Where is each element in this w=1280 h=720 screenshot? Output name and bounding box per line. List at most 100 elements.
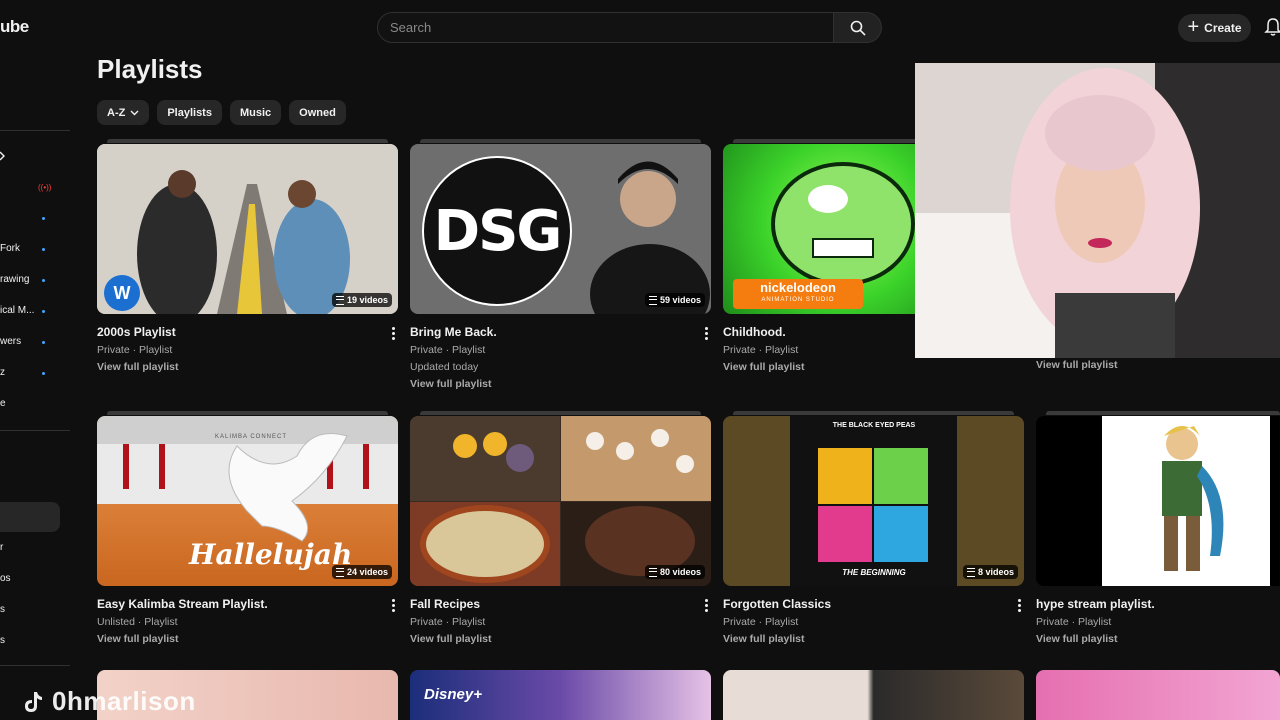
playlist-icon [335, 295, 344, 305]
create-label: Create [1204, 21, 1242, 35]
search-box[interactable] [377, 12, 834, 43]
nick-wordmark: nickelodeon [760, 280, 836, 295]
sidebar-item[interactable]: r [0, 542, 3, 553]
stack-edge [733, 411, 1014, 415]
playlist-card[interactable]: 80 videos Fall Recipes Private · Playlis… [410, 411, 711, 645]
stack-edge [420, 139, 701, 143]
sidebar-item-active[interactable] [0, 502, 60, 532]
sidebar: ((•)) Fork rawing ical M... wers z e r o… [0, 56, 72, 720]
playlist-thumbnail[interactable] [1036, 670, 1280, 720]
playlist-icon [648, 567, 657, 577]
album-tile [874, 448, 928, 504]
playlist-card[interactable]: KALIMBA CONNECT Hallelujah 24 videos Eas… [97, 411, 398, 645]
view-full-playlist-link[interactable]: View full playlist [97, 361, 398, 373]
sidebar-item[interactable]: s [0, 635, 5, 646]
playlist-title[interactable]: hype stream playlist. [1036, 597, 1280, 611]
live-icon: ((•)) [38, 183, 52, 192]
video-count-badge: 59 videos [644, 293, 705, 307]
view-full-playlist-link[interactable]: View full playlist [723, 361, 1024, 373]
view-full-playlist-link[interactable]: View full playlist [97, 633, 398, 645]
playlist-card[interactable] [1036, 670, 1280, 720]
nickelodeon-logo: nickelodeon ANIMATION STUDIO [733, 279, 863, 309]
chip-owned[interactable]: Owned [289, 100, 346, 125]
playlist-card[interactable]: Disney+ [410, 670, 711, 720]
kalimba-brand: KALIMBA CONNECT [215, 434, 288, 440]
masthead: ube + Create [0, 0, 1280, 56]
more-options-icon[interactable] [705, 327, 709, 342]
sidebar-item-channel[interactable]: Fork [0, 243, 20, 254]
unread-dot [42, 372, 45, 375]
more-options-icon[interactable] [1018, 599, 1022, 614]
video-count: 59 videos [659, 295, 701, 305]
album-title: THE BEGINNING [842, 568, 906, 577]
playlist-title[interactable]: 2000s Playlist [97, 325, 398, 339]
playlist-card[interactable]: W 19 videos 2000s Playlist Private · Pla… [97, 139, 398, 373]
stack-edge [107, 139, 388, 143]
unread-dot [42, 217, 45, 220]
view-full-playlist-link[interactable]: View full playlist [410, 378, 711, 390]
search-icon [850, 20, 866, 36]
view-full-playlist-link[interactable]: View full playlist [1036, 633, 1280, 645]
sort-chip-label: A-Z [107, 106, 126, 119]
unread-dot [42, 279, 45, 282]
playlist-meta: Private · Playlist [1036, 616, 1112, 628]
plus-icon: + [1187, 16, 1200, 38]
bell-icon[interactable] [1264, 17, 1280, 37]
video-count: 19 videos [346, 295, 388, 305]
create-button[interactable]: + Create [1178, 14, 1251, 42]
playlist-thumbnail[interactable]: THE BLACK EYED PEAS THE BEGINNING 8 vide… [723, 416, 1024, 586]
view-full-playlist-link[interactable]: View full playlist [410, 633, 711, 645]
chip-playlists[interactable]: Playlists [157, 100, 222, 125]
playlist-thumbnail[interactable] [1036, 416, 1280, 586]
stack-edge [1046, 411, 1280, 415]
more-options-icon[interactable] [392, 599, 396, 614]
more-options-icon[interactable] [705, 599, 709, 614]
album-tile [818, 448, 872, 504]
playlist-card[interactable]: THE BLACK EYED PEAS THE BEGINNING 8 vide… [723, 411, 1024, 645]
chip-music[interactable]: Music [229, 100, 282, 125]
stack-edge [420, 411, 701, 415]
playlist-thumbnail[interactable] [723, 670, 1024, 720]
thumbnail-art [410, 416, 711, 586]
video-count: 24 videos [346, 567, 388, 577]
playlist-title[interactable]: Forgotten Classics [723, 597, 1024, 611]
sort-chip[interactable]: A-Z [97, 100, 150, 125]
playlist-title[interactable]: Bring Me Back. [410, 325, 711, 339]
search-button[interactable] [834, 12, 882, 43]
webcam-overlay [915, 63, 1280, 358]
sidebar-item-channel[interactable]: z [0, 367, 5, 378]
playlist-title[interactable]: Easy Kalimba Stream Playlist. [97, 597, 398, 611]
sidebar-item-channel[interactable]: rawing [0, 274, 29, 285]
youtube-logo[interactable]: ube [0, 17, 29, 37]
sidebar-item-channel[interactable]: ical M... [0, 305, 34, 316]
sidebar-item-channel[interactable]: e [0, 398, 6, 409]
playlist-card[interactable]: DSG 59 videos Bring Me Back. Private · P… [410, 139, 711, 390]
page-title: Playlists [97, 54, 203, 84]
unread-dot [42, 341, 45, 344]
playlist-meta: Private · Playlist [410, 344, 486, 356]
sidebar-divider [0, 430, 70, 431]
warner-logo: W [104, 275, 140, 311]
sidebar-divider [0, 665, 70, 666]
playlist-thumbnail[interactable]: Disney+ [410, 670, 711, 720]
video-count-badge: 19 videos [331, 293, 392, 307]
playlist-title[interactable]: Fall Recipes [410, 597, 711, 611]
sidebar-item-channel[interactable]: wers [0, 336, 21, 347]
thumbnail-art [590, 161, 710, 314]
sidebar-item[interactable]: s [0, 604, 5, 615]
playlist-thumbnail[interactable]: 80 videos [410, 416, 711, 586]
search-input[interactable] [378, 13, 832, 42]
album-band-name: THE BLACK EYED PEAS [832, 422, 916, 429]
playlist-meta: Private · Playlist [723, 616, 799, 628]
view-full-playlist-link[interactable]: View full playlist [723, 633, 1024, 645]
playlist-thumbnail[interactable]: KALIMBA CONNECT Hallelujah 24 videos [97, 416, 398, 586]
sidebar-divider [0, 130, 70, 131]
view-full-playlist-link[interactable]: View full playlist [1036, 359, 1118, 371]
chevron-right-icon[interactable] [0, 151, 6, 161]
more-options-icon[interactable] [392, 327, 396, 342]
playlist-thumbnail[interactable]: W 19 videos [97, 144, 398, 314]
playlist-thumbnail[interactable]: DSG 59 videos [410, 144, 711, 314]
playlist-card[interactable]: hype stream playlist. Private · Playlist… [1036, 411, 1280, 645]
sidebar-item[interactable]: os [0, 573, 11, 584]
playlist-card[interactable] [723, 670, 1024, 720]
